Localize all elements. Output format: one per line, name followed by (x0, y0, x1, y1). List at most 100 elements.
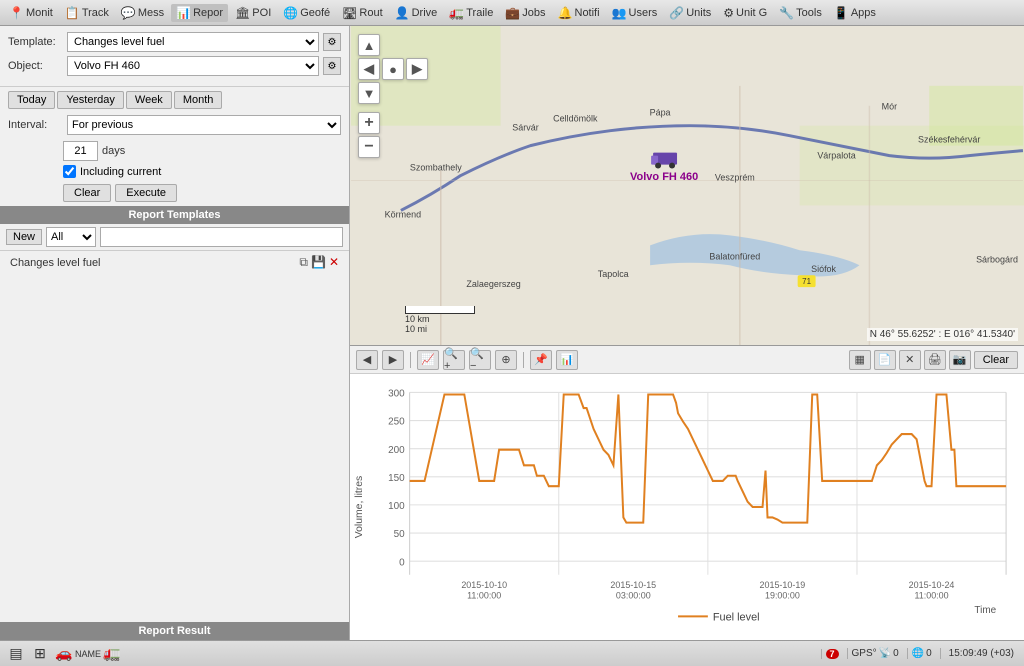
template-copy-icon[interactable]: ⧉ (299, 255, 308, 270)
days-row: days (0, 139, 349, 163)
interval-row: Interval: For previous (0, 113, 349, 137)
chart-pin-btn[interactable]: 📌 (530, 350, 552, 370)
nav-track[interactable]: 📋 Track (60, 4, 114, 22)
template-settings-btn[interactable]: ⚙ (323, 33, 341, 51)
nav-tools[interactable]: 🔧 Tools (774, 4, 827, 22)
zoom-out-btn[interactable]: − (358, 136, 380, 158)
nav-route[interactable]: 🛣 Rout (337, 4, 387, 22)
date-buttons: Today Yesterday Week Month (0, 87, 349, 113)
including-current-label: Including current (80, 166, 161, 178)
pan-up-btn[interactable]: ▲ (358, 34, 380, 56)
nav-reports[interactable]: 📊 Repor (171, 4, 228, 22)
grid-view-icon[interactable]: ▤ (6, 644, 26, 664)
report-result-header: Report Result (0, 622, 349, 640)
svg-text:03:00:00: 03:00:00 (616, 590, 651, 600)
object-label: Object: (8, 60, 63, 72)
chart-camera-btn[interactable]: 📷 (949, 350, 971, 370)
gps-count: 0 (893, 648, 899, 659)
jobs-icon: 💼 (505, 6, 520, 20)
nav-unit-groups[interactable]: ⚙ Unit G (718, 4, 772, 22)
messages-icon: 💬 (121, 6, 136, 20)
nav-monitor[interactable]: 📍 Monit (4, 4, 58, 22)
object-select[interactable]: Volvo FH 460 (67, 56, 319, 76)
chart-prev-btn[interactable]: ◀ (356, 350, 378, 370)
svg-text:2015-10-15: 2015-10-15 (610, 580, 656, 590)
template-search-input[interactable] (100, 227, 343, 247)
left-panel: Template: Changes level fuel ⚙ Object: V… (0, 26, 350, 640)
form-section: Template: Changes level fuel ⚙ Object: V… (0, 26, 349, 87)
chart-line-btn[interactable]: 📈 (417, 350, 439, 370)
template-item: Changes level fuel ⧉ 💾 ✕ (6, 253, 343, 272)
nav-users[interactable]: 👥 Users (607, 4, 663, 22)
chart-table-btn[interactable]: ▦ (849, 350, 871, 370)
chart-sep-2 (523, 352, 524, 368)
week-button[interactable]: Week (126, 91, 172, 109)
chart-clear-button[interactable]: Clear (974, 351, 1018, 369)
today-button[interactable]: Today (8, 91, 55, 109)
nav-geofence[interactable]: 🌐 Geofé (278, 4, 335, 22)
days-input[interactable] (63, 141, 98, 161)
template-item-actions: ⧉ 💾 ✕ (299, 255, 339, 270)
svg-text:Balatonfüred: Balatonfüred (709, 251, 760, 261)
chart-zoom-fit-btn[interactable]: ⊕ (495, 350, 517, 370)
notification-badge[interactable]: 7 (826, 649, 839, 659)
chart-zoom-in-btn[interactable]: 🔍+ (443, 350, 465, 370)
online-icon: 🌐 (912, 648, 924, 659)
name-icon[interactable]: NAME (78, 644, 98, 664)
list-view-icon[interactable]: ⊞ (30, 644, 50, 664)
template-delete-icon[interactable]: ✕ (329, 255, 339, 270)
template-item-name[interactable]: Changes level fuel (10, 257, 101, 269)
nav-trailer[interactable]: 🚛 Traile (444, 4, 498, 22)
truck-icon[interactable]: 🚛 (102, 644, 122, 664)
nav-units[interactable]: 🔗 Units (664, 4, 716, 22)
poi-icon: 🏛 (235, 6, 250, 20)
interval-select[interactable]: For previous (67, 115, 341, 135)
chart-play-btn[interactable]: ▶ (382, 350, 404, 370)
template-save-icon[interactable]: 💾 (311, 255, 326, 270)
track-icon: 📋 (65, 6, 80, 20)
nav-messages[interactable]: 💬 Mess (116, 4, 169, 22)
chart-svg: 0 50 100 150 200 250 300 Volume, litres … (350, 382, 1020, 632)
nav-poi[interactable]: 🏛 POI (230, 4, 276, 22)
svg-text:300: 300 (388, 388, 405, 399)
including-current-checkbox[interactable] (63, 165, 76, 178)
svg-text:250: 250 (388, 417, 405, 428)
chart-sep-1 (410, 352, 411, 368)
chart-print-btn[interactable]: 🖨 (924, 350, 946, 370)
clear-button[interactable]: Clear (63, 184, 111, 202)
nav-driver[interactable]: 👤 Drive (390, 4, 443, 22)
units-icon: 🔗 (669, 6, 684, 20)
zoom-in-btn[interactable]: + (358, 112, 380, 134)
vehicle-icon[interactable]: 🚗 (54, 644, 74, 664)
svg-text:11:00:00: 11:00:00 (914, 590, 948, 600)
pan-center-btn[interactable]: ● (382, 58, 404, 80)
template-filter-select[interactable]: All (46, 227, 96, 247)
scale-mi-label: 10 mi (405, 324, 427, 334)
svg-text:19:00:00: 19:00:00 (765, 590, 800, 600)
unit-groups-icon: ⚙ (723, 6, 734, 20)
svg-text:Sárbogárd: Sárbogárd (976, 254, 1018, 264)
chart-area: 0 50 100 150 200 250 300 Volume, litres … (350, 374, 1024, 640)
chart-zoom-out-btn[interactable]: 🔍− (469, 350, 491, 370)
svg-text:200: 200 (388, 445, 405, 456)
chart-pdf-btn[interactable]: 📄 (874, 350, 896, 370)
nav-notifications[interactable]: 🔔 Notifi (553, 4, 605, 22)
map-area[interactable]: 71 Szombathely Sárvár Celldömölk Pápa Ve… (350, 26, 1024, 346)
new-template-button[interactable]: New (6, 229, 42, 245)
nav-apps[interactable]: 📱 Apps (829, 4, 881, 22)
object-settings-btn[interactable]: ⚙ (323, 57, 341, 75)
month-button[interactable]: Month (174, 91, 223, 109)
pan-down-btn[interactable]: ▼ (358, 82, 380, 104)
execute-button[interactable]: Execute (115, 184, 177, 202)
template-select[interactable]: Changes level fuel (67, 32, 319, 52)
yesterday-button[interactable]: Yesterday (57, 91, 124, 109)
gps-signal-icon: 📡 (879, 648, 891, 659)
svg-text:50: 50 (394, 529, 405, 540)
chart-stats-btn[interactable]: 📊 (556, 350, 578, 370)
scale-bar (405, 306, 475, 314)
pan-left-btn[interactable]: ◀ (358, 58, 380, 80)
chart-close-btn[interactable]: ✕ (899, 350, 921, 370)
time-group: 15:09:49 (+03) (940, 648, 1018, 659)
pan-right-btn[interactable]: ▶ (406, 58, 428, 80)
nav-jobs[interactable]: 💼 Jobs (500, 4, 550, 22)
